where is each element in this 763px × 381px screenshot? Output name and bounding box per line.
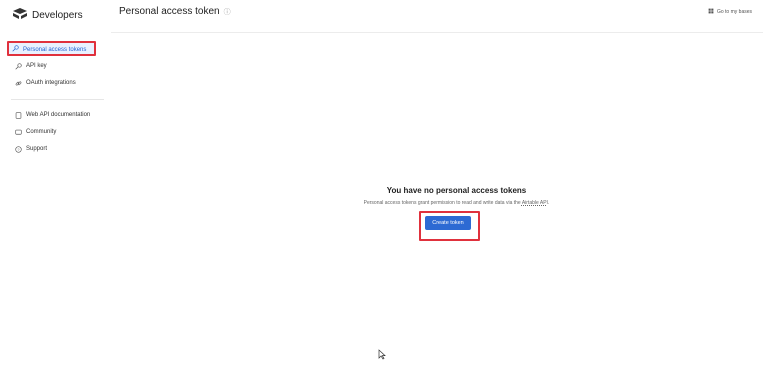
brand-name: Developers <box>32 9 83 21</box>
sidebar-item-label: Personal access tokens <box>23 46 87 53</box>
page-title: Personal access token ⓘ <box>119 6 231 17</box>
sidebar-item-label: API key <box>26 63 47 69</box>
key-icon <box>14 62 22 70</box>
airtable-api-link[interactable]: Airtable API <box>522 200 548 206</box>
key-icon <box>12 45 19 54</box>
go-to-bases-link[interactable]: Go to my bases <box>708 8 752 16</box>
sidebar-item-community[interactable]: Community <box>14 126 56 138</box>
svg-text:?: ? <box>17 147 19 151</box>
create-token-button[interactable]: Create token <box>425 216 471 230</box>
empty-state-description: Personal access tokens grant permission … <box>0 200 763 206</box>
sidebar-item-web-api-documentation[interactable]: Web API documentation <box>14 109 90 121</box>
mouse-cursor-icon <box>378 347 386 365</box>
info-icon[interactable]: ⓘ <box>224 7 231 17</box>
grid-icon <box>708 8 714 16</box>
sidebar-item-oauth-integrations[interactable]: OAuth integrations <box>14 77 76 89</box>
sidebar-item-label: Support <box>26 146 48 152</box>
book-icon <box>14 111 22 119</box>
airtable-logo-icon <box>12 6 28 24</box>
brand[interactable]: Developers <box>12 8 83 22</box>
empty-desc-text: Personal access tokens grant permission … <box>363 200 522 206</box>
sidebar-item-personal-access-tokens[interactable]: Personal access tokens <box>7 41 96 56</box>
link-icon <box>14 79 22 87</box>
sidebar-item-api-key[interactable]: API key <box>14 60 47 72</box>
chat-icon <box>14 128 22 136</box>
go-to-bases-label: Go to my bases <box>716 9 752 15</box>
top-bar: Personal access token ⓘ Go to my bases <box>111 0 763 33</box>
sidebar-item-support[interactable]: ? Support <box>14 143 47 155</box>
sidebar-item-label: Community <box>26 129 57 135</box>
page-title-text: Personal access token <box>119 6 220 17</box>
empty-desc-suffix: . <box>547 200 550 206</box>
sidebar-item-label: OAuth integrations <box>26 80 76 86</box>
sidebar-divider <box>11 99 104 100</box>
sidebar-item-label: Web API documentation <box>26 112 91 118</box>
help-icon: ? <box>14 145 22 153</box>
empty-state-title: You have no personal access tokens <box>386 186 527 195</box>
